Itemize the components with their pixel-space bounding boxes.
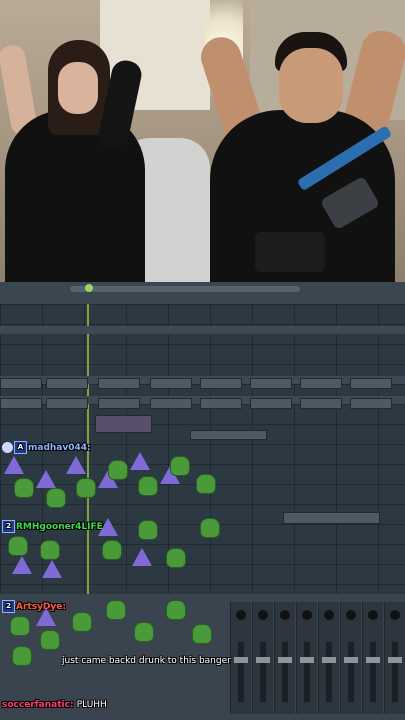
frog-emote-icon: [40, 630, 60, 650]
frog-emote-icon: [108, 460, 128, 480]
frog-emote-icon: [14, 478, 34, 498]
frog-emote-icon: [192, 624, 212, 644]
chat-message-body: just came backd drunk to this banger: [62, 656, 231, 666]
frog-emote-icon: [138, 520, 158, 540]
chat-message-body: PLUHH: [76, 700, 107, 710]
triangle-emote-icon: [36, 470, 56, 488]
triangle-emote-icon: [98, 518, 118, 536]
frog-emote-icon: [138, 476, 158, 496]
frog-emote-icon: [40, 540, 60, 560]
frog-emote-icon: [166, 548, 186, 568]
frog-emote-icon: [12, 646, 32, 666]
frog-emote-icon: [134, 622, 154, 642]
frog-emote-icon: [46, 488, 66, 508]
emote-row: [2, 452, 217, 516]
triangle-emote-icon: [130, 452, 150, 470]
frog-emote-icon: [196, 474, 216, 494]
frog-emote-icon: [102, 540, 122, 560]
triangle-emote-icon: [4, 456, 24, 474]
frog-emote-icon: [10, 616, 30, 636]
chat-message: soccerfanatic: PLUHH: [2, 700, 107, 710]
chat-username: RMHgooner4LIFE: [16, 522, 103, 532]
frog-emote-icon: [76, 478, 96, 498]
triangle-emote-icon: [132, 548, 152, 566]
frog-emote-icon: [8, 536, 28, 556]
emote-row: [2, 518, 220, 596]
triangle-emote-icon: [36, 608, 56, 626]
chat-username: soccerfanatic: [2, 700, 70, 710]
triangle-emote-icon: [42, 560, 62, 578]
triangle-emote-icon: [12, 556, 32, 574]
frog-emote-icon: [106, 600, 126, 620]
chat-separator: :: [69, 700, 74, 710]
frog-emote-icon: [72, 612, 92, 632]
frog-emote-icon: [170, 456, 190, 476]
triangle-emote-icon: [66, 456, 86, 474]
chat-message-text: just came backd drunk to this banger: [62, 656, 272, 666]
chat-overlay: Amadhav044: 2 RMHgooner4LIFE: 2 ArtsyDye:: [0, 0, 405, 720]
frog-emote-icon: [200, 518, 220, 538]
frog-emote-icon: [166, 600, 186, 620]
